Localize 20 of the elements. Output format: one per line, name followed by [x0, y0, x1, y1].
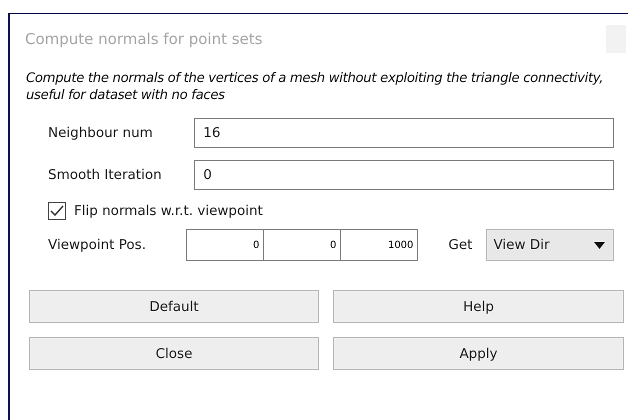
dialog-button[interactable]: Help [333, 290, 624, 323]
dropdown[interactable]: View Dir [486, 229, 614, 261]
checkbox[interactable] [48, 202, 66, 220]
get-label: Get [448, 237, 472, 253]
checkbox-label: Flip normals w.r.t. viewpoint [74, 203, 263, 219]
input-field[interactable]: 16 [194, 118, 614, 148]
number-field[interactable]: 1000 [340, 229, 418, 261]
field-label: Smooth Iteration [48, 167, 163, 183]
dialog-button[interactable]: Apply [333, 337, 624, 370]
window-title: Compute normals for point sets [25, 30, 262, 48]
input-field[interactable]: 0 [194, 160, 614, 190]
caret-icon [594, 242, 605, 248]
field-label: Viewpoint Pos. [48, 237, 148, 253]
dialog-button[interactable]: Default [29, 290, 319, 323]
description: Compute the normals of the vertices of a mesh without exploiting the triangle connectivity, useful for dataset with no faces [26, 70, 604, 104]
field-label: Neighbour num [48, 125, 154, 141]
checkmark-icon [50, 205, 64, 217]
number-field[interactable]: 0 [186, 229, 264, 261]
dialog-button[interactable]: Close [29, 337, 319, 370]
number-field[interactable]: 0 [263, 229, 342, 261]
